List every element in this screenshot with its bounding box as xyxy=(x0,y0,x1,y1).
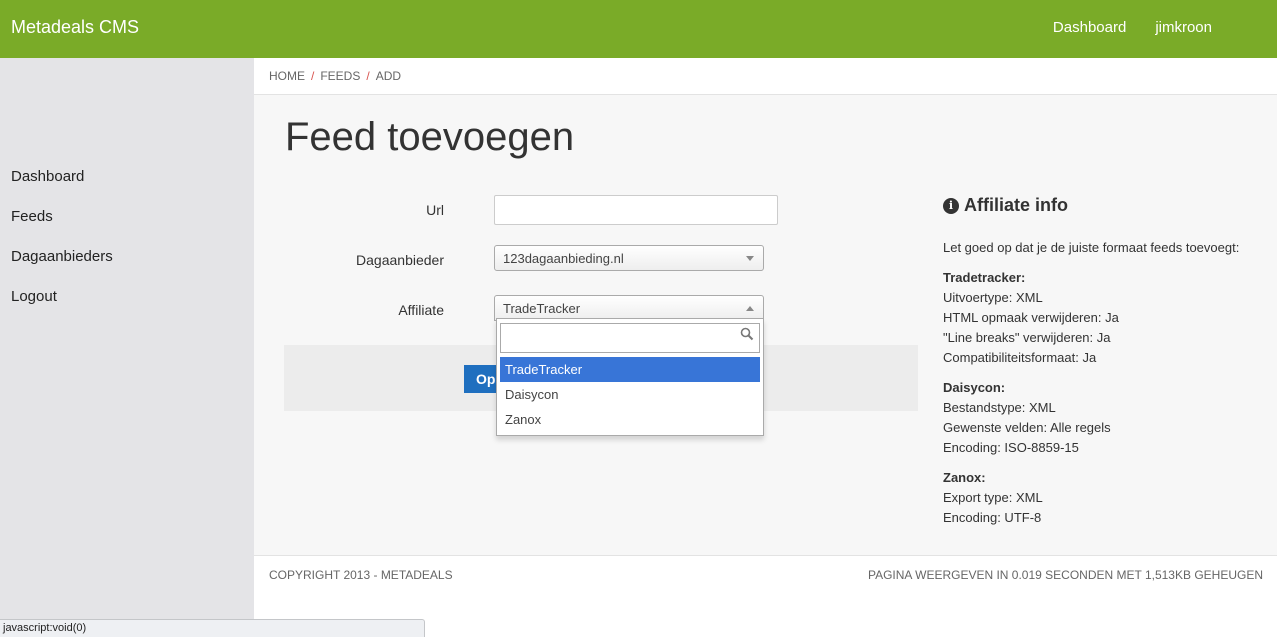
dagaanbieder-select[interactable]: 123dagaanbieding.nl xyxy=(494,245,764,271)
affiliate-info-panel: i Affiliate info Let goed op dat je de ju… xyxy=(943,195,1263,538)
chevron-up-icon xyxy=(746,306,754,311)
dagaanbieder-label: Dagaanbieder xyxy=(356,252,444,268)
url-input[interactable] xyxy=(494,195,778,225)
info-line: Gewenste velden: Alle regels xyxy=(943,420,1111,435)
dropdown-option-tradetracker[interactable]: TradeTracker xyxy=(500,357,760,382)
info-line: Encoding: UTF-8 xyxy=(943,510,1042,525)
footer-render-stats: PAGINA WEERGEVEN IN 0.019 SECONDEN MET 1… xyxy=(867,568,1263,582)
affiliate-selected-value: TradeTracker xyxy=(503,301,581,316)
info-line: HTML opmaak verwijderen: Ja xyxy=(943,310,1119,325)
dropdown-search-input[interactable] xyxy=(500,323,760,353)
sidebar-item-dagaanbieders[interactable]: Dagaanbieders xyxy=(11,248,113,288)
info-section-name: Zanox: xyxy=(943,470,986,485)
sidebar-item-feeds[interactable]: Feeds xyxy=(11,208,113,248)
top-nav: Dashboard jimkroon xyxy=(1053,19,1212,36)
affiliate-dropdown: TradeTracker Daisycon Zanox xyxy=(496,318,764,436)
breadcrumb-separator: / xyxy=(311,69,315,83)
chevron-down-icon xyxy=(746,256,754,261)
info-title: Affiliate info xyxy=(964,195,1068,215)
info-line: Bestandstype: XML xyxy=(943,400,1056,415)
dropdown-option-daisycon[interactable]: Daisycon xyxy=(500,382,760,407)
footer-copyright: COPYRIGHT 2013 - METADEALS xyxy=(269,568,453,582)
breadcrumb: HOME / FEEDS / ADD xyxy=(254,58,1277,95)
info-section-name: Tradetracker: xyxy=(943,270,1026,285)
sidebar-item-logout[interactable]: Logout xyxy=(11,288,113,328)
info-section-name: Daisycon: xyxy=(943,380,1006,395)
nav-dashboard-link[interactable]: Dashboard xyxy=(1053,19,1126,36)
affiliate-label: Affiliate xyxy=(398,302,444,318)
sidebar-item-dashboard[interactable]: Dashboard xyxy=(11,168,113,208)
search-icon xyxy=(740,327,754,341)
info-line: "Line breaks" verwijderen: Ja xyxy=(943,330,1111,345)
info-line: Uitvoertype: XML xyxy=(943,290,1043,305)
sidebar-menu: Dashboard Feeds Dagaanbieders Logout xyxy=(11,168,113,328)
page-title: Feed toevoegen xyxy=(285,115,575,159)
breadcrumb-feeds[interactable]: FEEDS xyxy=(320,69,360,83)
info-section-daisycon: Daisycon: Bestandstype: XML Gewenste vel… xyxy=(943,378,1263,458)
browser-status-bar: javascript:void(0) xyxy=(0,619,425,637)
info-line: Export type: XML xyxy=(943,490,1043,505)
dagaanbieder-selected-value: 123dagaanbieding.nl xyxy=(503,251,624,266)
info-section-zanox: Zanox: Export type: XML Encoding: UTF-8 xyxy=(943,468,1263,528)
info-line: Compatibiliteitsformaat: Ja xyxy=(943,350,1097,365)
info-section-tradetracker: Tradetracker: Uitvoertype: XML HTML opma… xyxy=(943,268,1263,368)
breadcrumb-add: ADD xyxy=(375,69,402,83)
brand-logo[interactable]: Metadeals CMS xyxy=(11,17,139,38)
sidebar: Dashboard Feeds Dagaanbieders Logout xyxy=(0,58,254,637)
top-navbar: Metadeals CMS Dashboard jimkroon xyxy=(0,0,1277,58)
breadcrumb-separator: / xyxy=(366,69,370,83)
url-label: Url xyxy=(426,202,444,218)
breadcrumb-home[interactable]: HOME xyxy=(269,69,305,83)
info-intro: Let goed op dat je de juiste formaat fee… xyxy=(943,240,1240,255)
info-heading: i Affiliate info xyxy=(943,195,1263,216)
main-content: Feed toevoegen Url Dagaanbieder 123dagaa… xyxy=(254,95,1277,555)
dropdown-option-zanox[interactable]: Zanox xyxy=(500,407,760,432)
info-line: Encoding: ISO-8859-15 xyxy=(943,440,1079,455)
nav-user-link[interactable]: jimkroon xyxy=(1155,19,1212,36)
info-circle-icon: i xyxy=(943,197,959,214)
